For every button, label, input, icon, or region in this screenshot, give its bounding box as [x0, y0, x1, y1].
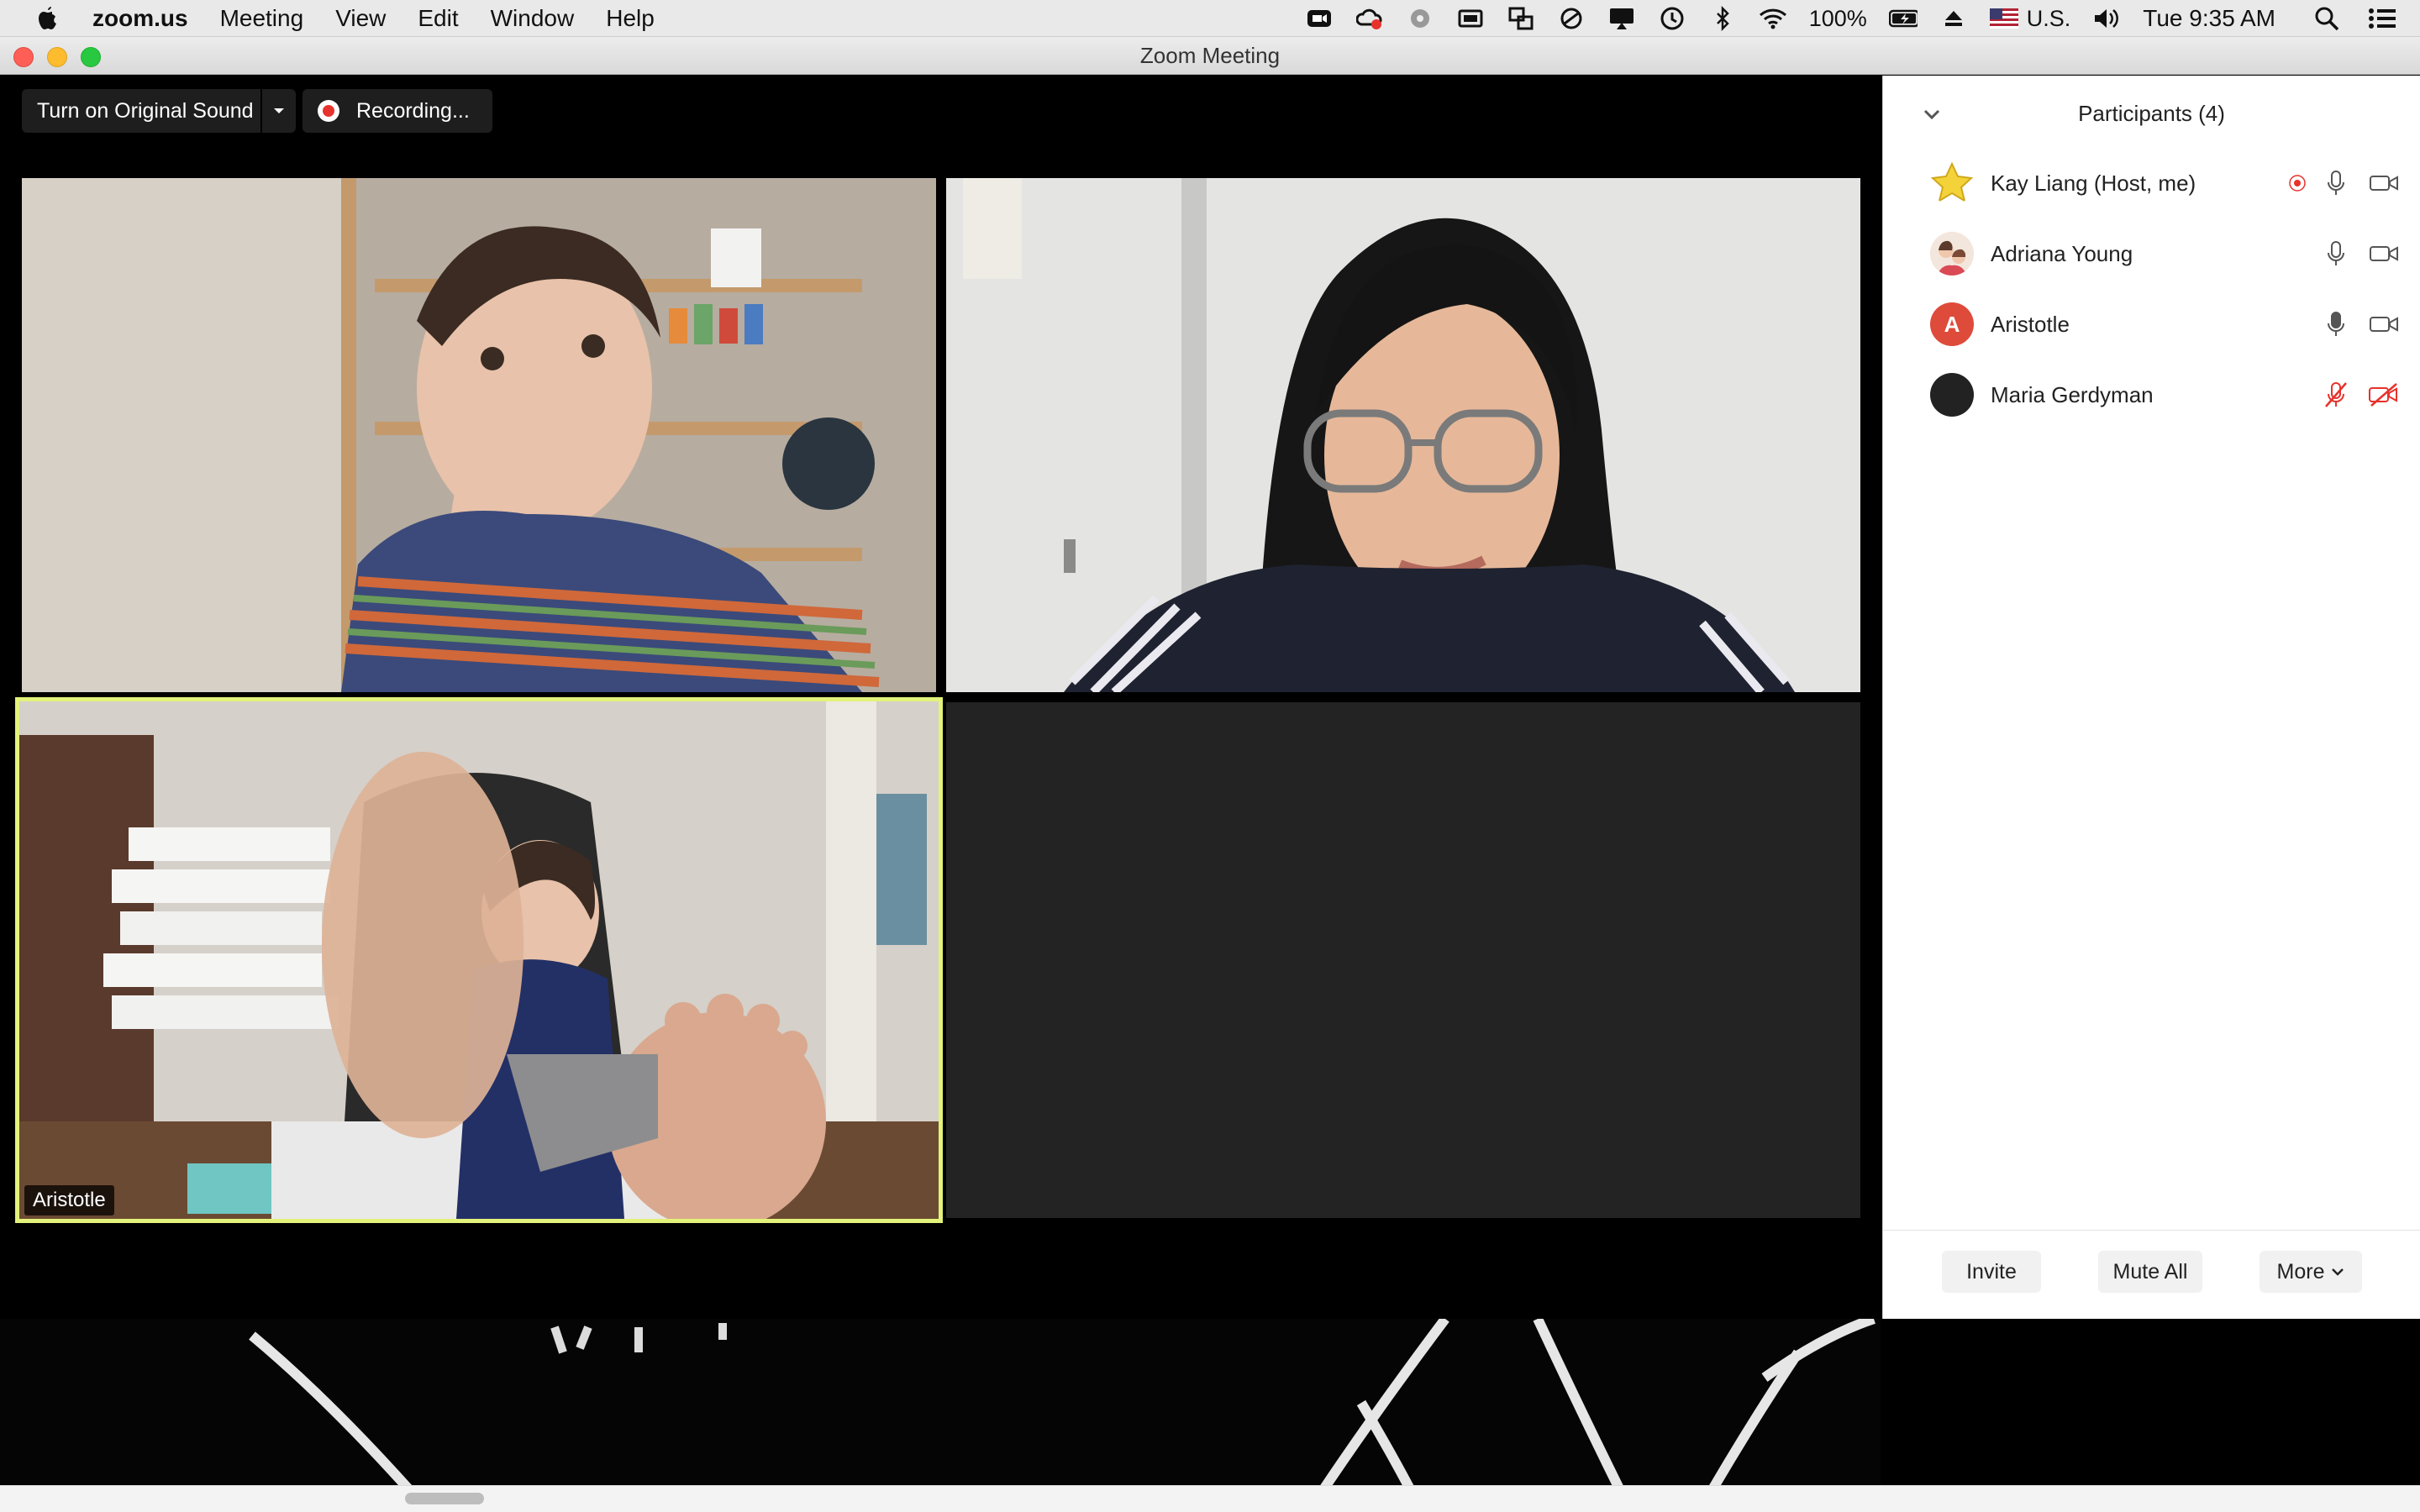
screens-icon[interactable]	[1507, 4, 1535, 33]
avatar: A	[1930, 302, 1974, 346]
window-maximize-button[interactable]	[81, 47, 101, 67]
video-tile-1[interactable]	[22, 178, 936, 692]
battery-icon[interactable]	[1888, 4, 1918, 33]
participants-footer: Invite Mute All More	[1883, 1230, 2420, 1319]
recording-indicator-button[interactable]: Recording...	[302, 89, 492, 133]
spotlight-search-icon[interactable]	[2312, 4, 2341, 33]
menu-window[interactable]: Window	[491, 5, 575, 32]
menu-clock[interactable]: Tue 9:35 AM	[2143, 5, 2275, 32]
menu-edit[interactable]: Edit	[418, 5, 458, 32]
notification-center-icon[interactable]	[2368, 4, 2396, 33]
chevron-down-icon[interactable]	[1920, 102, 1944, 126]
horizontal-scrollbar-thumb[interactable]	[405, 1493, 484, 1504]
volume-icon[interactable]	[2092, 4, 2121, 33]
eject-icon[interactable]	[1939, 4, 1968, 33]
us-flag-icon[interactable]	[1989, 4, 2018, 33]
menu-meeting[interactable]: Meeting	[220, 5, 304, 32]
mute-all-button[interactable]: Mute All	[2098, 1251, 2202, 1293]
horizontal-scrollbar-track[interactable]	[0, 1485, 2420, 1512]
video-feed-image	[19, 701, 939, 1219]
original-sound-label: Turn on Original Sound	[37, 98, 254, 123]
menu-help[interactable]: Help	[606, 5, 655, 32]
avatar	[1930, 161, 1974, 205]
participant-name: Aristotle	[1991, 311, 2070, 337]
recording-label: Recording...	[356, 98, 470, 123]
microphone-icon[interactable]	[2322, 239, 2350, 268]
menu-bar: zoom.us Meeting View Edit Window Help 10…	[0, 0, 2420, 37]
microphone-muted-icon[interactable]	[2322, 381, 2350, 409]
participant-name: Adriana Young	[1991, 240, 2133, 266]
window-controls	[13, 47, 114, 67]
wifi-icon[interactable]	[1759, 4, 1787, 33]
zoom-status-icon[interactable]	[1305, 4, 1334, 33]
window-close-button[interactable]	[13, 47, 34, 67]
avatar	[1930, 232, 1974, 276]
participant-name-tag: Aristotle	[24, 1185, 114, 1215]
participant-name: Kay Liang (Host, me)	[1991, 170, 2196, 196]
participant-row[interactable]: Maria Gerdyman	[1883, 360, 2420, 430]
recording-icon	[2283, 169, 2312, 197]
video-feed-image	[946, 178, 1860, 692]
participants-title: Participants (4)	[2078, 100, 2225, 126]
time-machine-icon[interactable]	[1658, 4, 1686, 33]
video-tile-empty	[946, 702, 1860, 1218]
original-sound-button[interactable]: Turn on Original Sound	[22, 89, 296, 133]
microphone-icon[interactable]	[2322, 169, 2350, 197]
window-title: Zoom Meeting	[1139, 43, 1281, 68]
vpn-icon[interactable]	[1557, 4, 1586, 33]
video-tile-3[interactable]: Aristotle	[15, 697, 943, 1223]
star-avatar-icon	[1930, 161, 1974, 203]
video-gallery: Turn on Original Sound Recording... Aris…	[0, 76, 1881, 1485]
menu-view[interactable]: View	[335, 5, 386, 32]
participant-row[interactable]: A Aristotle	[1883, 289, 2420, 360]
sync-status-icon[interactable]	[1406, 4, 1434, 33]
bluetooth-icon[interactable]	[1708, 4, 1737, 33]
avatar	[1930, 373, 1974, 417]
recording-dot-icon	[318, 100, 339, 122]
apple-menu-icon[interactable]	[34, 4, 62, 33]
airplay-icon[interactable]	[1607, 4, 1636, 33]
input-source-label[interactable]: U.S.	[2027, 6, 2071, 32]
status-area: 100% U.S. Tue 9:35 AM	[1305, 0, 2420, 37]
participant-row[interactable]: Adriana Young	[1883, 218, 2420, 289]
original-sound-dropdown-caret-icon[interactable]	[260, 89, 296, 133]
window-title-bar: Zoom Meeting	[0, 37, 2420, 75]
video-feed-image	[22, 178, 936, 692]
camera-icon[interactable]	[2367, 310, 2401, 339]
invite-button[interactable]: Invite	[1942, 1251, 2041, 1293]
participants-header: Participants (4)	[1883, 76, 2420, 151]
avatar-photo-icon	[1930, 232, 1974, 276]
window-minimize-button[interactable]	[47, 47, 67, 67]
participant-name: Maria Gerdyman	[1991, 381, 2154, 407]
camera-icon[interactable]	[2367, 239, 2401, 268]
camera-icon[interactable]	[2367, 169, 2401, 197]
participant-row[interactable]: Kay Liang (Host, me)	[1883, 148, 2420, 218]
chevron-down-icon	[2331, 1267, 2344, 1277]
more-label: More	[2276, 1259, 2325, 1284]
camera-off-icon[interactable]	[2367, 381, 2401, 409]
microphone-icon[interactable]	[2322, 310, 2350, 339]
participants-panel: Participants (4) Kay Liang (Host, me) Ad…	[1882, 76, 2420, 1319]
battery-percent: 100%	[1808, 5, 1867, 31]
display-icon[interactable]	[1456, 4, 1485, 33]
more-button[interactable]: More	[2260, 1251, 2362, 1293]
video-tile-2[interactable]	[946, 178, 1860, 692]
menu-app-name[interactable]: zoom.us	[92, 5, 188, 32]
creative-cloud-icon[interactable]	[1355, 4, 1384, 33]
background-drawing	[0, 1314, 1881, 1485]
